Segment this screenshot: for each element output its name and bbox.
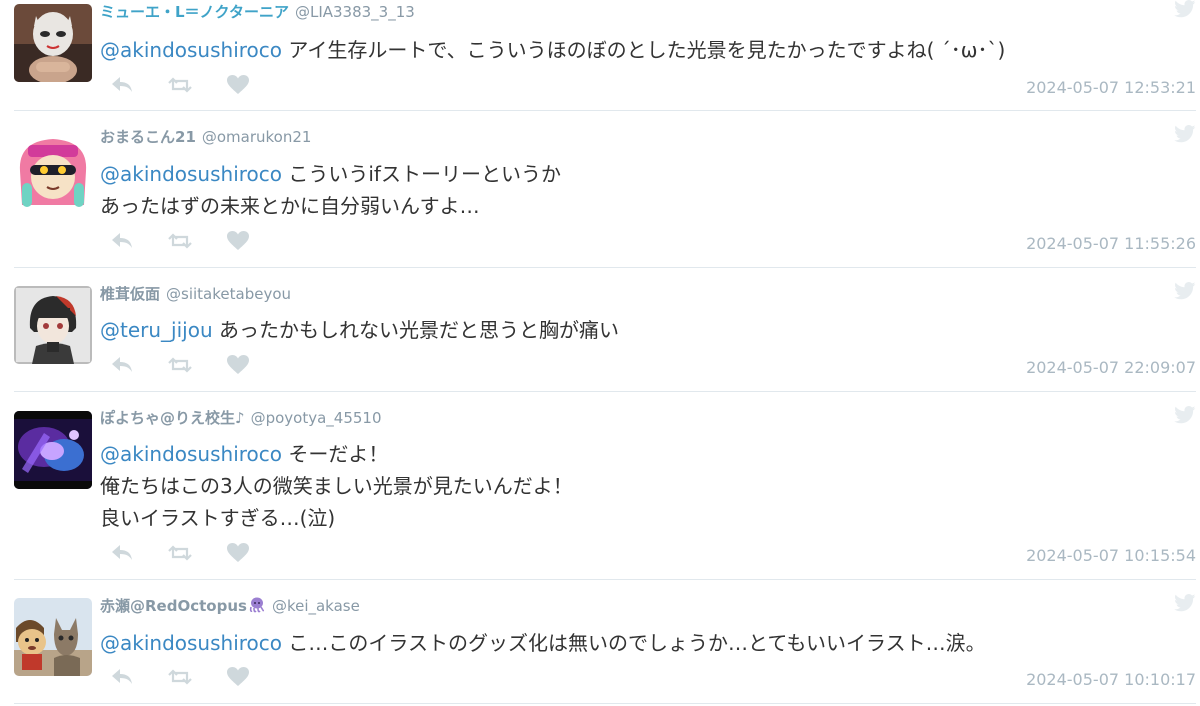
twitter-bird-icon[interactable] bbox=[1174, 125, 1196, 143]
anime-character-avatar[interactable] bbox=[14, 286, 92, 364]
tweet-timestamp[interactable]: 2024-05-07 22:09:07 bbox=[1026, 358, 1196, 377]
tweet-text: @akindosushiroco こういうifストーリーというか あったはずの未… bbox=[100, 158, 561, 222]
reply-icon[interactable] bbox=[110, 354, 136, 378]
user-handle[interactable]: @poyotya_45510 bbox=[251, 409, 382, 427]
heart-icon[interactable] bbox=[226, 74, 252, 98]
user-handle[interactable]: @kei_akase bbox=[272, 597, 360, 615]
mention-link[interactable]: @akindosushiroco bbox=[100, 162, 282, 186]
tweet-line: アイ生存ルートで、こういうほのぼのとした光景を見たかったですよね( ´･ω･`) bbox=[288, 38, 1006, 62]
tweet-line: 良いイラストすぎる…(泣) bbox=[100, 506, 336, 530]
octopus-icon bbox=[248, 597, 266, 613]
tweet-timestamp[interactable]: 2024-05-07 11:55:26 bbox=[1026, 234, 1196, 253]
display-name[interactable]: 椎茸仮面 bbox=[100, 285, 160, 303]
retweet-icon[interactable] bbox=[168, 354, 194, 378]
twitter-bird-icon[interactable] bbox=[1174, 594, 1196, 612]
tweet-item: ぽよちゃ@りえ校生♪ @poyotya_45510 @akindosushiroc… bbox=[14, 406, 1196, 580]
cat-and-mascot-avatar[interactable] bbox=[14, 598, 92, 676]
tweet-item: 椎茸仮面 @siitaketabeyou @teru_jijou あったかもしれな… bbox=[14, 282, 1196, 392]
reply-icon[interactable] bbox=[110, 230, 136, 254]
tweet-line: あったはずの未来とかに自分弱いんすよ… bbox=[100, 194, 480, 218]
mention-link[interactable]: @teru_jijou bbox=[100, 318, 213, 342]
purple-glow-avatar[interactable] bbox=[14, 411, 92, 489]
squid-girl-avatar[interactable] bbox=[14, 131, 92, 209]
masked-person-avatar[interactable] bbox=[14, 4, 92, 82]
tweet-feed: ミューエ・L＝ノクターニア @LIA3383_3_13 @akindosushir… bbox=[0, 0, 1200, 706]
mention-link[interactable]: @akindosushiroco bbox=[100, 38, 282, 62]
retweet-icon[interactable] bbox=[168, 542, 194, 566]
mention-link[interactable]: @akindosushiroco bbox=[100, 442, 282, 466]
tweet-text: @akindosushiroco アイ生存ルートで、こういうほのぼのとした光景を… bbox=[100, 34, 1005, 66]
tweet-timestamp[interactable]: 2024-05-07 10:15:54 bbox=[1026, 546, 1196, 565]
twitter-bird-icon[interactable] bbox=[1174, 0, 1196, 18]
mention-link[interactable]: @akindosushiroco bbox=[100, 631, 282, 655]
tweet-line: あったかもしれない光景だと思うと胸が痛い bbox=[219, 318, 619, 342]
tweet-item: おまるこん21 @omarukon21 @akindosushiroco こういう… bbox=[14, 125, 1196, 268]
tweet-timestamp[interactable]: 2024-05-07 10:10:17 bbox=[1026, 670, 1196, 689]
reply-icon[interactable] bbox=[110, 542, 136, 566]
retweet-icon[interactable] bbox=[168, 230, 194, 254]
display-name[interactable]: おまるこん21 bbox=[100, 128, 196, 146]
user-handle[interactable]: @omarukon21 bbox=[202, 128, 312, 146]
reply-icon[interactable] bbox=[110, 74, 136, 98]
retweet-icon[interactable] bbox=[168, 74, 194, 98]
twitter-bird-icon[interactable] bbox=[1174, 406, 1196, 424]
heart-icon[interactable] bbox=[226, 542, 252, 566]
tweet-text: @akindosushiroco そーだよ！ 俺たちはこの3人の微笑ましい光景が… bbox=[100, 438, 573, 534]
heart-icon[interactable] bbox=[226, 230, 252, 254]
tweet-line: 俺たちはこの3人の微笑ましい光景が見たいんだよ！ bbox=[100, 474, 573, 498]
tweet-item: ミューエ・L＝ノクターニア @LIA3383_3_13 @akindosushir… bbox=[14, 0, 1196, 111]
heart-icon[interactable] bbox=[226, 354, 252, 378]
reply-icon[interactable] bbox=[110, 666, 136, 690]
display-name[interactable]: ぽよちゃ@りえ校生♪ bbox=[100, 409, 245, 427]
user-handle[interactable]: @LIA3383_3_13 bbox=[295, 3, 415, 21]
tweet-line: こ…このイラストのグッズ化は無いのでしょうか…とてもいいイラスト…涙。 bbox=[288, 631, 986, 655]
heart-icon[interactable] bbox=[226, 666, 252, 690]
tweet-text: @teru_jijou あったかもしれない光景だと思うと胸が痛い bbox=[100, 314, 619, 346]
tweet-text: @akindosushiroco こ…このイラストのグッズ化は無いのでしょうか…… bbox=[100, 627, 986, 659]
tweet-item: 赤瀬@RedOctopus @kei_akase @akindosushiroco… bbox=[14, 594, 1196, 704]
tweet-line: そーだよ！ bbox=[288, 442, 389, 466]
display-name[interactable]: ミューエ・L＝ノクターニア bbox=[100, 3, 289, 21]
display-name[interactable]: 赤瀬@RedOctopus bbox=[100, 597, 247, 615]
tweet-line: こういうifストーリーというか bbox=[288, 162, 561, 186]
tweet-timestamp[interactable]: 2024-05-07 12:53:21 bbox=[1026, 78, 1196, 97]
user-handle[interactable]: @siitaketabeyou bbox=[166, 285, 291, 303]
twitter-bird-icon[interactable] bbox=[1174, 282, 1196, 300]
retweet-icon[interactable] bbox=[168, 666, 194, 690]
